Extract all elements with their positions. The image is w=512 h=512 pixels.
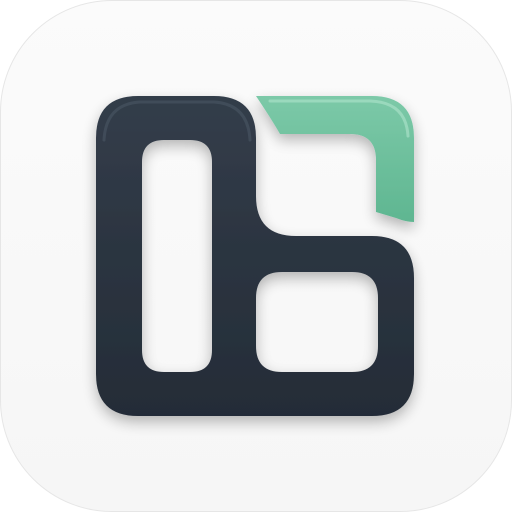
accent-corner-shape	[256, 96, 414, 222]
layout-panels-logo-icon	[96, 96, 414, 416]
app-icon	[0, 0, 512, 512]
primary-layout-shape	[96, 96, 414, 416]
